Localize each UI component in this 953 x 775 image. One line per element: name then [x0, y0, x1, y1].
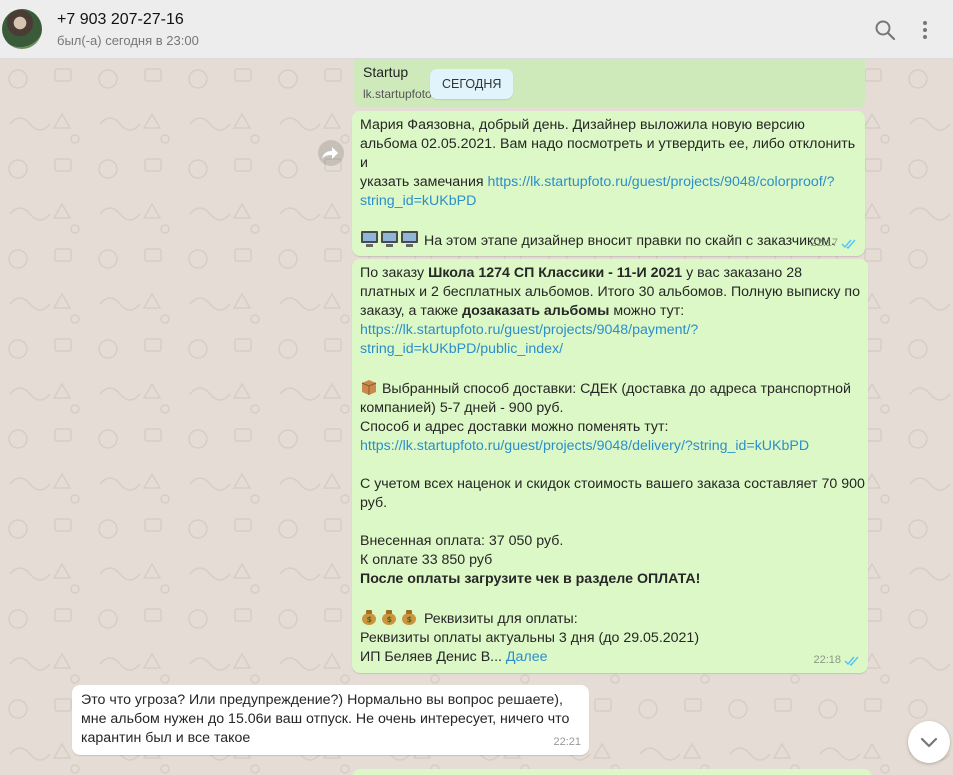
contact-name[interactable]: +7 903 207-27-16: [57, 11, 184, 29]
message-text: После оплаты загрузите чек в разделе ОПЛ…: [360, 571, 701, 587]
message-text: руб.: [360, 495, 388, 511]
message-time: 22:18: [813, 654, 841, 666]
message-meta: 22:21: [553, 733, 581, 752]
message-text: альбома 02.05.2021. Вам надо посмотреть …: [360, 136, 856, 171]
message-text: заказу, а также дозаказать альбомы можно…: [360, 303, 685, 319]
scroll-down-button[interactable]: [908, 721, 950, 763]
message-text: С учетом всех наценок и скидок стоимость…: [360, 476, 865, 492]
message-link[interactable]: https://lk.startupfoto.ru/guest/projects…: [360, 322, 698, 338]
chevron-down-icon: [920, 737, 938, 748]
message-text: Внесенная оплата: 37 050 руб.: [360, 533, 564, 549]
message-bubble-outgoing[interactable]: Мария Фаязовна, добрый день. Дизайнер вы…: [352, 111, 865, 256]
message-text: $ $ $ Реквизиты для оплаты:: [360, 608, 865, 629]
message-text: Мария Фаязовна, добрый день. Дизайнер вы…: [360, 117, 805, 133]
forward-icon: [322, 147, 338, 159]
message-text: По заказу Школа 1274 СП Классики - 11-И …: [360, 265, 802, 281]
message-text: Способ и адрес доставки можно поменять т…: [360, 419, 669, 435]
message-link[interactable]: string_id=kUKbPD: [360, 193, 476, 209]
message-bubble-incoming[interactable]: Это что угроза? Или предупреждение?) Нор…: [72, 685, 589, 755]
search-icon[interactable]: [873, 18, 897, 42]
message-text: платных и 2 бесплатных альбомов. Итого 3…: [360, 284, 860, 300]
message-bubble-outgoing-partial: [352, 769, 872, 775]
message-link[interactable]: https://lk.startupfoto.ru/guest/projects…: [360, 438, 809, 454]
message-text: На этом этапе дизайнер вносит правки по …: [360, 230, 860, 251]
money-bag-emoji-icon: $ $ $: [362, 610, 416, 625]
message-time: 22:21: [553, 736, 581, 748]
package-emoji-icon: [361, 380, 377, 395]
read-more-link[interactable]: Далее: [506, 649, 548, 665]
contact-status: был(-а) сегодня в 23:00: [57, 33, 199, 48]
message-text: ИП Беляев Денис В... Далее: [360, 649, 548, 665]
message-meta: 22:18: [813, 651, 860, 670]
preview-url: lk.startupfoto: [363, 87, 432, 101]
message-text: указать замечания https://lk.startupfoto…: [360, 174, 835, 190]
chat-header: +7 903 207-27-16 был(-а) сегодня в 23:00: [0, 0, 953, 59]
message-text: Реквизиты оплаты актуальны 3 дня (до 29.…: [360, 630, 700, 646]
svg-text:$: $: [407, 615, 413, 624]
message-text: компанией) 5-7 дней - 900 руб.: [360, 400, 564, 416]
preview-title: Startup: [363, 64, 409, 80]
read-ticks-icon: [844, 656, 859, 666]
message-link[interactable]: string_id=kUKbPD/public_index/: [360, 341, 563, 357]
menu-icon[interactable]: [913, 18, 937, 42]
message-text: Выбранный способ доставки: СДЕК (доставк…: [360, 378, 865, 399]
svg-text:$: $: [367, 615, 373, 624]
message-time: 22:17: [810, 237, 838, 249]
message-meta: 22:17: [810, 234, 857, 253]
message-text: К оплате 33 850 руб: [360, 552, 493, 568]
forward-button[interactable]: [318, 140, 344, 166]
message-link[interactable]: https://lk.startupfoto.ru/guest/projects…: [488, 174, 835, 190]
message-text: Это что угроза? Или предупреждение?) Нор…: [81, 692, 563, 708]
date-chip: СЕГОДНЯ: [430, 69, 514, 99]
message-bubble-outgoing[interactable]: По заказу Школа 1274 СП Классики - 11-И …: [352, 259, 868, 673]
read-ticks-icon: [841, 239, 856, 249]
message-text: карантин был и все такое: [81, 730, 251, 746]
monitor-emoji-icon: [361, 231, 418, 247]
message-text: мне альбом нужен до 15.06и ваш отпуск. Н…: [81, 711, 570, 727]
svg-text:$: $: [387, 615, 393, 624]
avatar[interactable]: [2, 9, 42, 49]
chat-area: Startup lk.startupfoto СЕГОДНЯ Мария Фая…: [0, 59, 953, 775]
